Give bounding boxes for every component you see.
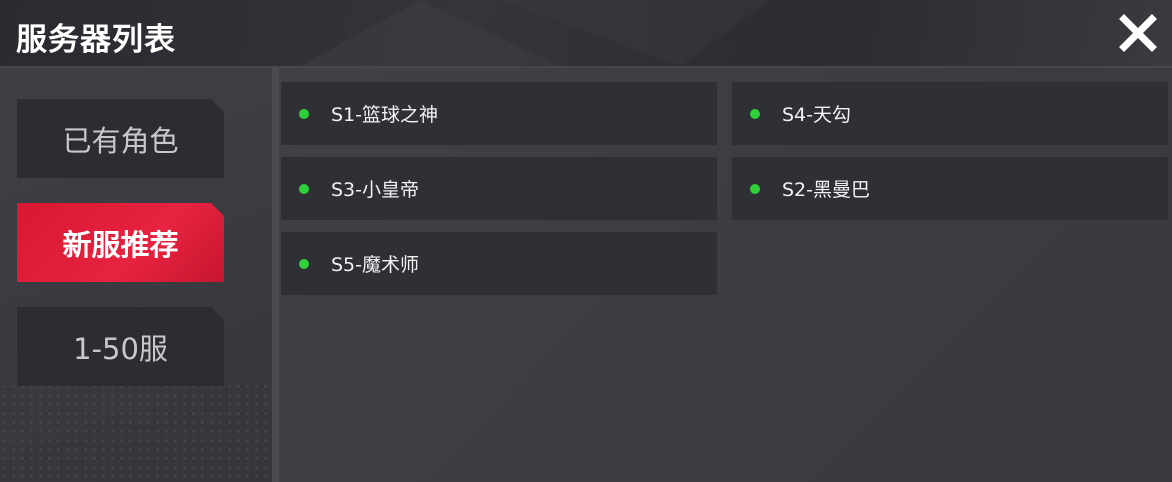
server-item-s2[interactable]: S2-黑曼巴 [732,157,1168,220]
page-title: 服务器列表 [16,22,176,58]
online-status-icon [750,108,760,119]
server-item-s5[interactable]: S5-魔术师 [281,232,717,295]
sidebar-divider [272,68,279,482]
online-status-icon [299,108,309,119]
tab-label: 新服推荐 [62,227,179,262]
server-name: S4-天勾 [782,104,852,126]
tab-servers-1-50[interactable]: 1-50服 [17,307,224,386]
close-button[interactable] [1118,13,1158,53]
server-name: S3-小皇帝 [331,179,420,201]
close-icon [1119,14,1157,52]
online-status-icon [299,183,309,194]
tab-existing-characters[interactable]: 已有角色 [17,99,224,178]
tab-label: 已有角色 [62,123,179,158]
background-shard [300,0,770,66]
server-name: S5-魔术师 [331,254,420,276]
server-item-s4[interactable]: S4-天勾 [732,82,1168,145]
dot-pattern [0,382,272,482]
server-item-s3[interactable]: S3-小皇帝 [281,157,717,220]
online-status-icon [750,183,760,194]
server-item-s1[interactable]: S1-篮球之神 [281,82,717,145]
title-bar: 服务器列表 [0,0,1172,68]
server-name: S2-黑曼巴 [782,179,871,201]
tab-label: 1-50服 [73,331,168,366]
online-status-icon [299,258,309,269]
tab-new-server-recommended[interactable]: 新服推荐 [17,203,224,282]
server-name: S1-篮球之神 [331,104,439,126]
